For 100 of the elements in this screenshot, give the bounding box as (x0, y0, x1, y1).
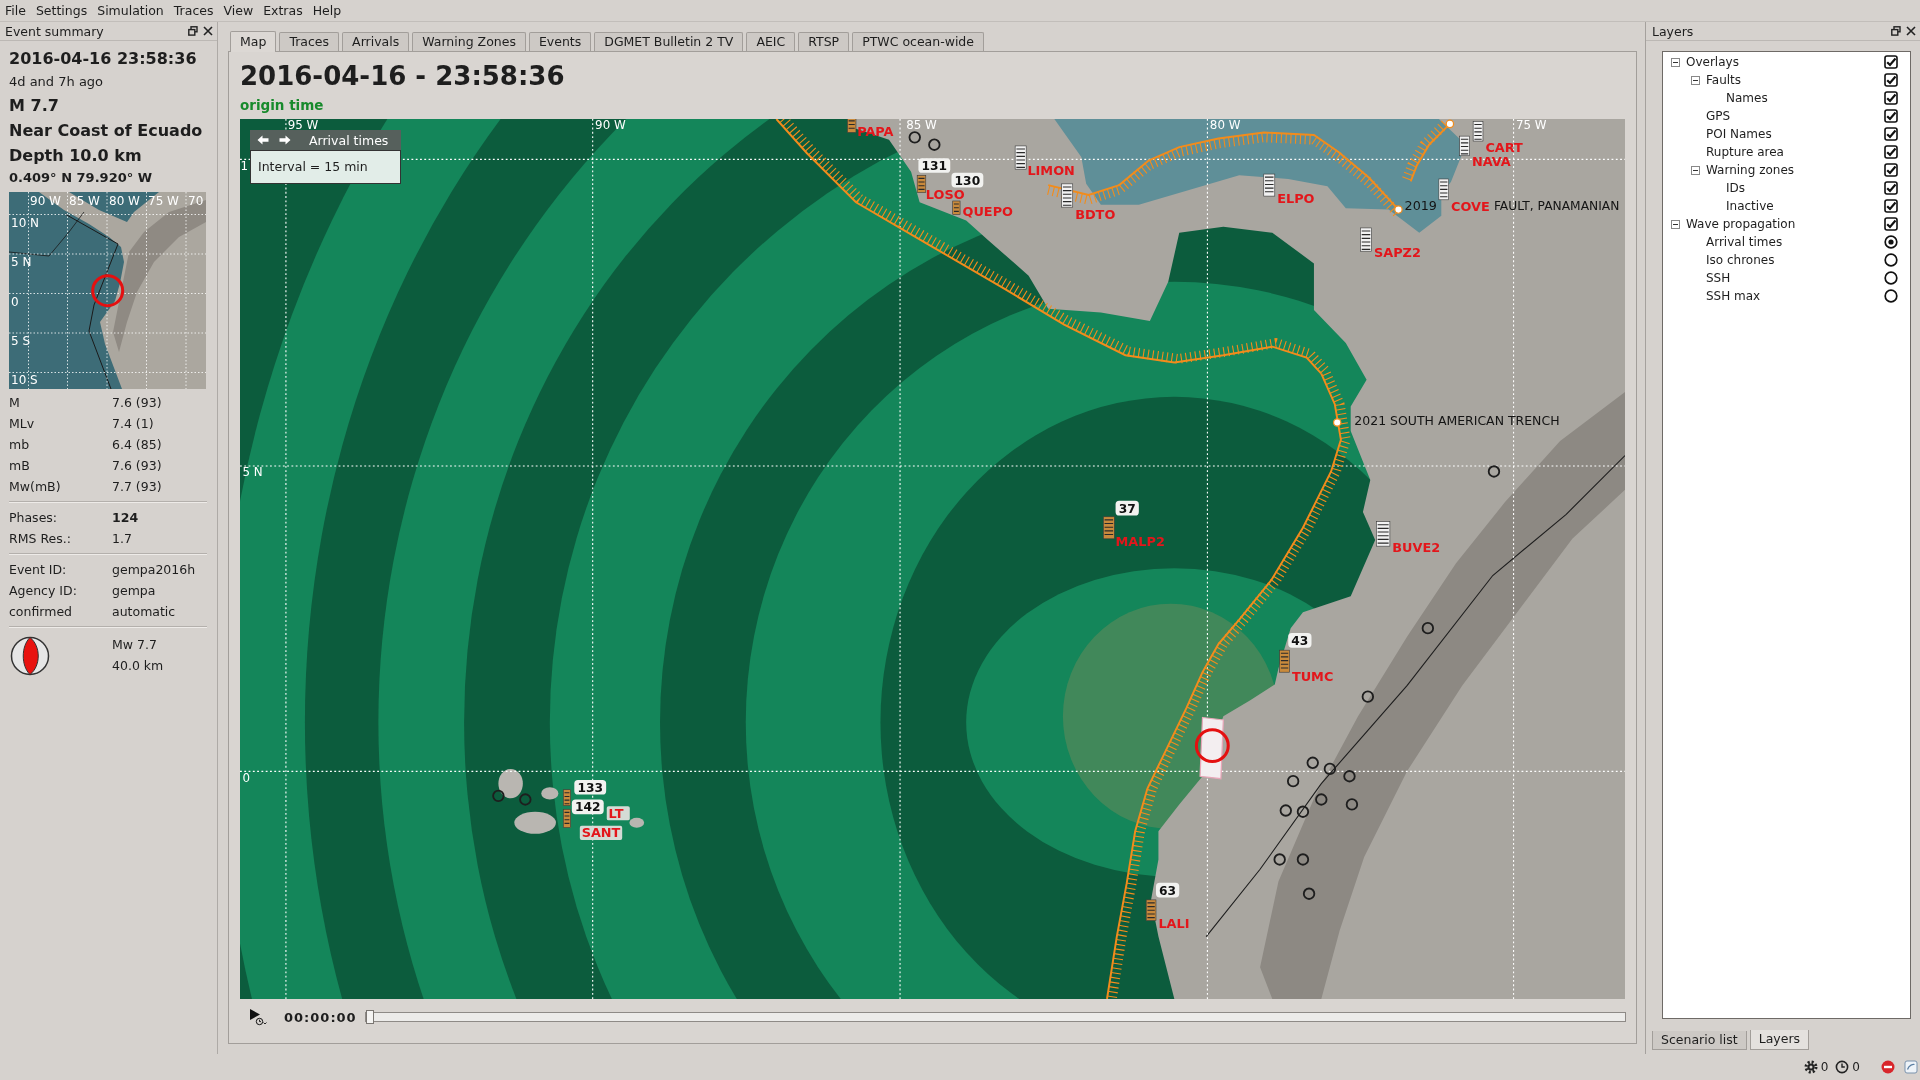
status-count: 0 (1852, 1060, 1860, 1074)
checkbox[interactable] (1884, 91, 1898, 105)
gear-icon[interactable] (1803, 1060, 1818, 1074)
no-entry-icon[interactable] (1881, 1060, 1895, 1074)
field-value: gempa2016h (112, 562, 196, 577)
ring-icon (1306, 756, 1319, 769)
collapse-icon[interactable] (1671, 57, 1680, 67)
play-icon (249, 1008, 267, 1026)
tab[interactable]: Events (528, 32, 592, 51)
island (514, 811, 556, 834)
tab[interactable]: Warning Zones (412, 32, 526, 51)
tab[interactable]: Arrivals (342, 32, 410, 51)
tab[interactable]: DGMET Bulletin 2 TV (594, 32, 744, 51)
field-value: gempa (112, 583, 156, 598)
menu-item[interactable]: View (218, 0, 259, 21)
field-value: automatic (112, 604, 176, 619)
grid-label: 0 (11, 294, 19, 309)
ring-icon (928, 138, 941, 151)
mechanism-depth: 40.0 km (112, 657, 164, 675)
tab[interactable]: RTSP (798, 32, 850, 51)
radio-button[interactable] (1884, 289, 1898, 303)
close-icon[interactable] (1906, 26, 1916, 36)
checkbox[interactable] (1884, 55, 1898, 69)
tab[interactable]: Map (230, 31, 277, 52)
fault-label: FAULT, PANAMANIAN (1493, 199, 1620, 214)
island (541, 787, 559, 800)
checkbox[interactable] (1884, 217, 1898, 231)
right-arrow-icon[interactable] (279, 135, 291, 145)
legend-title: Arrival times (309, 132, 389, 148)
ring-icon (1302, 887, 1316, 900)
menu-item[interactable]: File (0, 0, 31, 21)
layer-item[interactable]: Names (1726, 91, 1768, 105)
clock-icon[interactable] (1835, 1060, 1850, 1074)
layer-item[interactable]: Inactive (1726, 199, 1774, 213)
tab[interactable]: AEIC (746, 32, 796, 51)
ring-icon (1315, 793, 1328, 806)
menu-item[interactable]: Traces (168, 0, 219, 21)
layer-item[interactable]: Arrival times (1706, 235, 1783, 249)
ring-icon (492, 789, 505, 802)
field-label: RMS Res.: (9, 531, 72, 546)
radio-button[interactable] (1884, 253, 1898, 267)
tab[interactable]: PTWC ocean-wide (852, 32, 984, 51)
layer-item[interactable]: POI Names (1706, 127, 1772, 141)
collapse-icon[interactable] (1671, 219, 1680, 229)
timeline-time: 00:00:00 (284, 1009, 357, 1025)
magnitude-type: M (9, 395, 21, 410)
collapse-icon[interactable] (1691, 75, 1700, 85)
field-label: confirmed (9, 604, 74, 619)
checkbox[interactable] (1884, 199, 1898, 213)
dock-tab[interactable]: Scenario list (1652, 1031, 1747, 1050)
collapse-icon[interactable] (1691, 165, 1700, 175)
layer-item[interactable]: GPS (1706, 109, 1731, 123)
menu-item[interactable]: Simulation (92, 0, 169, 21)
dock-tab[interactable]: Layers (1749, 1030, 1810, 1050)
close-icon[interactable] (203, 26, 213, 36)
map-subtitle: origin time (240, 96, 325, 114)
layer-item[interactable]: Warning zones (1706, 163, 1795, 177)
checkbox[interactable] (1884, 73, 1898, 87)
left-arrow-icon[interactable] (257, 135, 269, 145)
dock-title: Event summary (5, 23, 104, 39)
mechanism-magnitude: Mw 7.7 (112, 636, 158, 654)
legend-text: Interval = 15 min (250, 150, 401, 184)
layer-item[interactable]: Rupture area (1706, 145, 1784, 159)
float-icon[interactable] (188, 26, 198, 36)
endpoint-dot-icon (1445, 119, 1455, 129)
status-icon[interactable] (1904, 1060, 1918, 1074)
play-button[interactable] (248, 1007, 268, 1027)
grid-label: 70 (188, 194, 204, 208)
checkbox[interactable] (1884, 127, 1898, 141)
checkbox[interactable] (1884, 109, 1898, 123)
float-icon[interactable] (1891, 26, 1901, 36)
layer-item[interactable]: Wave propagation (1686, 217, 1796, 231)
grid-label: 85 W (69, 194, 100, 208)
fault-label: 2021 SOUTH AMERICAN TRENCH (1354, 413, 1560, 428)
layer-item[interactable]: IDs (1726, 181, 1746, 195)
event-region: Near Coast of Ecuado (9, 120, 204, 142)
magnitude-type: mb (9, 437, 31, 452)
checkbox[interactable] (1884, 145, 1898, 159)
station-label: BUVE2 (1392, 540, 1441, 556)
checkbox[interactable] (1884, 163, 1898, 177)
tab[interactable]: Traces (279, 32, 340, 51)
slider-handle[interactable] (365, 1010, 374, 1024)
layer-item[interactable]: Faults (1706, 73, 1742, 87)
layer-item[interactable]: Overlays (1686, 55, 1739, 69)
event-location: 0.409° N 79.920° W (9, 169, 154, 187)
layer-item[interactable]: SSH max (1706, 289, 1761, 303)
layer-item[interactable]: Iso chrones (1706, 253, 1775, 267)
radio-button[interactable] (1884, 235, 1898, 249)
menu-item[interactable]: Settings (30, 0, 93, 21)
ring-icon (1487, 465, 1501, 478)
ring-icon (1345, 798, 1359, 811)
timeline-slider[interactable] (364, 1012, 1626, 1022)
menu-item[interactable]: Help (307, 0, 347, 21)
menu-item[interactable]: Extras (258, 0, 308, 21)
event-age: 4d and 7h ago (9, 73, 105, 91)
checkbox[interactable] (1884, 181, 1898, 195)
station-label: MALP2 (1115, 534, 1165, 550)
radio-button[interactable] (1884, 271, 1898, 285)
layer-item[interactable]: SSH (1706, 271, 1731, 285)
ring-icon (1279, 804, 1292, 817)
